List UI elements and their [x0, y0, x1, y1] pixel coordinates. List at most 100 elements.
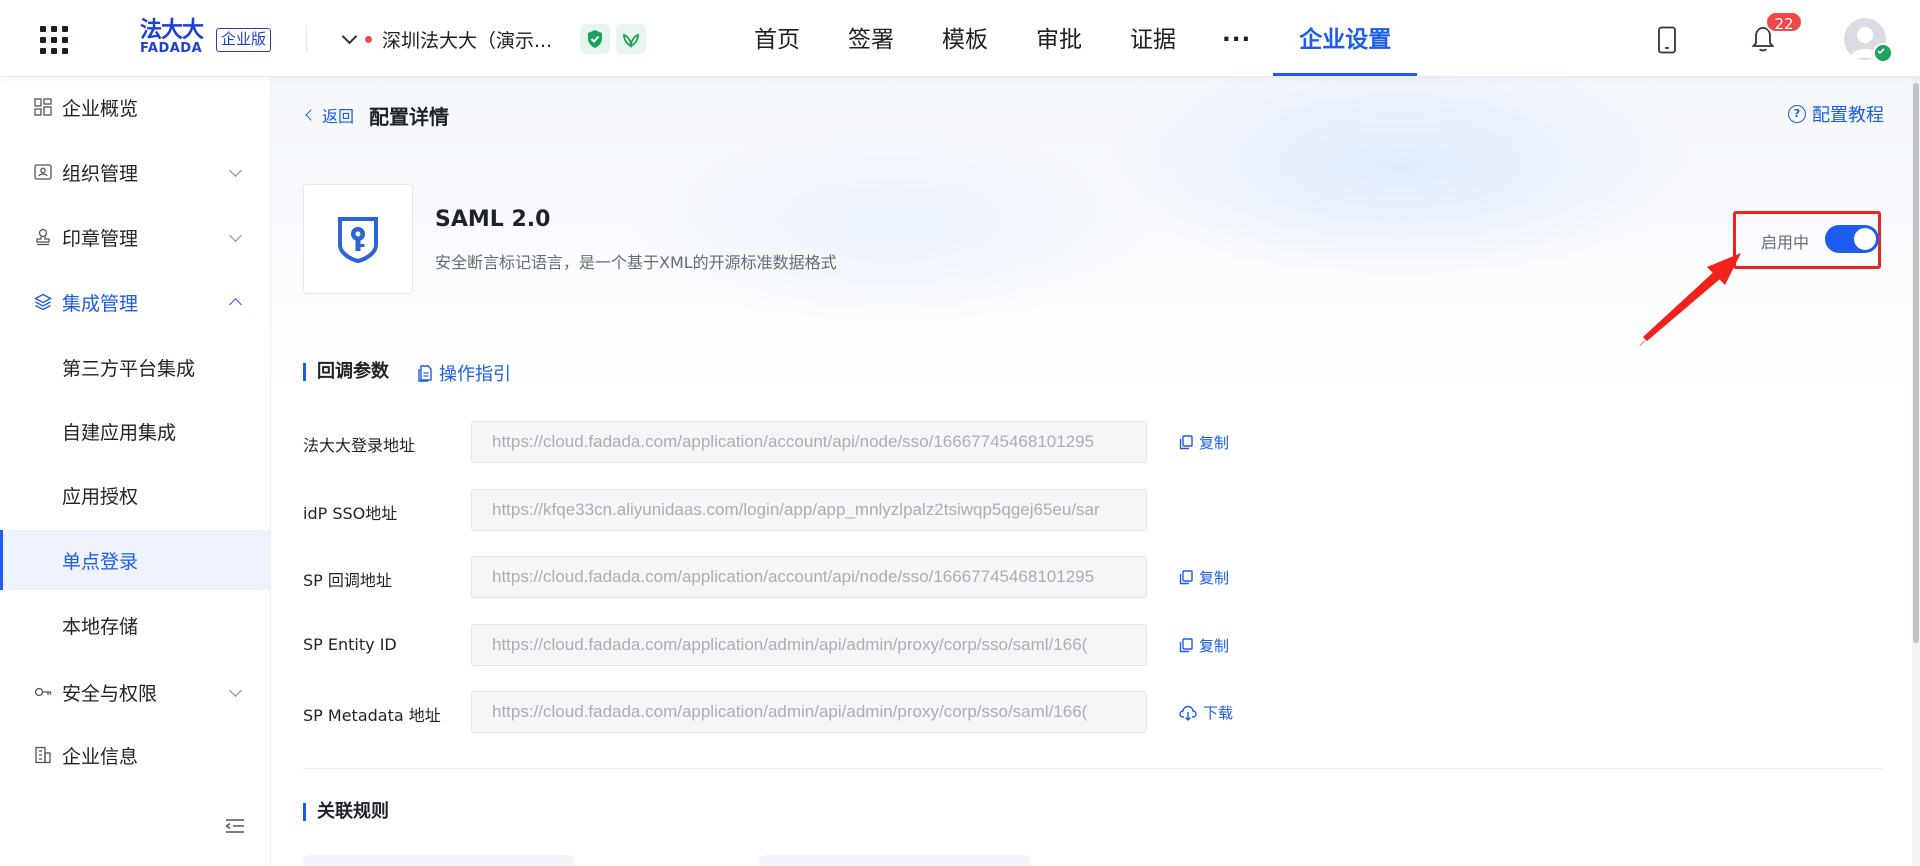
copy-button[interactable]: 复制 — [1179, 635, 1229, 656]
logo-cn-text: 法大大 — [140, 18, 204, 43]
sidebar-item-custom-app[interactable]: 自建应用集成 — [0, 401, 270, 461]
layers-icon — [34, 293, 52, 311]
sidebar-item-overview[interactable]: 企业概览 — [0, 77, 270, 137]
key-icon — [34, 687, 52, 697]
back-label: 返回 — [322, 107, 355, 126]
chevron-down-icon — [341, 28, 358, 45]
copy-icon — [1179, 638, 1193, 653]
field-idp-sso: idP SSO地址 https://kfqe33cn.aliyunidaas.c… — [303, 489, 1303, 533]
login-url-field[interactable]: https://cloud.fadada.com/application/acc… — [471, 421, 1147, 463]
nav-sign[interactable]: 签署 — [824, 0, 918, 76]
field-sp-callback: SP 回调地址 https://cloud.fadada.com/applica… — [303, 556, 1303, 600]
copy-button[interactable]: 复制 — [1179, 567, 1229, 588]
field-login-url: 法大大登录地址 https://cloud.fadada.com/applica… — [303, 421, 1303, 465]
sidebar-item-security[interactable]: 安全与权限 — [0, 662, 270, 722]
key-shield-icon — [338, 217, 378, 263]
sidebar: 企业概览 组织管理 印章管理 集成管理 第三方平台集成 自建应用集成 应用授权 … — [0, 77, 271, 866]
sidebar-item-sso[interactable]: 单点登录 — [0, 530, 270, 590]
scrollbar[interactable] — [1912, 77, 1920, 866]
nav-home[interactable]: 首页 — [730, 0, 824, 76]
app-name: SAML 2.0 — [435, 207, 551, 232]
rule-card[interactable] — [303, 855, 575, 866]
sidebar-item-seals[interactable]: 印章管理 — [0, 207, 270, 267]
dashboard-icon — [34, 98, 52, 116]
sidebar-item-label: 企业概览 — [62, 97, 139, 120]
eco-leaf-icon[interactable] — [616, 24, 646, 54]
rule-card[interactable] — [759, 855, 1031, 866]
field-sp-entity-id: SP Entity ID https://cloud.fadada.com/ap… — [303, 624, 1303, 668]
seal-icon — [36, 228, 50, 246]
verified-shield-icon[interactable] — [580, 24, 610, 54]
sidebar-item-company-info[interactable]: 企业信息 — [0, 725, 270, 785]
company-name: 深圳法大大（演示... — [382, 29, 553, 52]
enable-toggle[interactable] — [1825, 225, 1879, 253]
building-icon — [35, 746, 51, 764]
sp-entity-id-field[interactable]: https://cloud.fadada.com/application/adm… — [471, 624, 1147, 666]
nav-evidence[interactable]: 证据 — [1106, 0, 1200, 76]
verified-check-icon — [1873, 43, 1893, 63]
sidebar-item-label: 本地存储 — [62, 615, 139, 638]
sidebar-item-label: 组织管理 — [62, 162, 139, 185]
sidebar-item-label: 应用授权 — [62, 485, 139, 508]
help-icon: ? — [1788, 105, 1806, 123]
tutorial-label: 配置教程 — [1812, 105, 1884, 126]
copy-button[interactable]: 复制 — [1179, 432, 1229, 453]
sidebar-item-label: 安全与权限 — [62, 682, 158, 705]
sidebar-item-label: 企业信息 — [62, 745, 139, 768]
company-switcher[interactable]: 深圳法大大（演示... — [341, 24, 553, 54]
app-grid-icon[interactable] — [40, 26, 68, 54]
document-icon — [418, 365, 432, 382]
organization-icon — [34, 164, 52, 180]
chevron-left-icon — [305, 109, 317, 121]
sp-callback-field[interactable]: https://cloud.fadada.com/application/acc… — [471, 556, 1147, 598]
edition-badge: 企业版 — [216, 28, 272, 52]
logo-en-text: FADADA — [140, 41, 203, 56]
status-label: 启用中 — [1761, 233, 1810, 252]
nav-approval[interactable]: 审批 — [1012, 0, 1106, 76]
sidebar-item-label: 单点登录 — [62, 550, 139, 573]
app-description: 安全断言标记语言，是一个基于XML的开源标准数据格式 — [435, 253, 837, 272]
idp-sso-field[interactable]: https://kfqe33cn.aliyunidaas.com/login/a… — [471, 489, 1147, 531]
collapse-sidebar-icon[interactable] — [224, 817, 246, 835]
nav-more-button[interactable]: ··· — [1200, 0, 1273, 76]
nav-enterprise-settings[interactable]: 企业设置 — [1273, 0, 1418, 76]
top-bar: 法大大 FADADA 企业版 深圳法大大（演示... 首页 签署 模板 审批 证… — [0, 0, 1920, 77]
guide-label: 操作指引 — [439, 364, 511, 385]
guide-link[interactable]: 操作指引 — [417, 360, 511, 386]
header-background — [271, 77, 1920, 397]
main-content: 返回 配置详情 ? 配置教程 SAML 2.0 安全断言标记语言，是一个基于XM… — [271, 77, 1920, 866]
copy-icon — [1179, 435, 1193, 450]
sidebar-item-label: 印章管理 — [62, 227, 139, 250]
sidebar-item-local-storage[interactable]: 本地存储 — [0, 595, 270, 655]
sp-metadata-field[interactable]: https://cloud.fadada.com/application/adm… — [471, 691, 1147, 733]
field-label: SP 回调地址 — [303, 571, 392, 590]
download-label: 下载 — [1203, 704, 1234, 722]
chevron-down-icon — [229, 228, 242, 242]
back-button[interactable]: 返回 — [305, 103, 355, 127]
tutorial-link[interactable]: ? 配置教程 — [1788, 101, 1884, 127]
page-title: 配置详情 — [369, 105, 449, 129]
chevron-down-icon — [229, 683, 242, 697]
download-button[interactable]: 下载 — [1179, 702, 1233, 723]
nav-templates[interactable]: 模板 — [918, 0, 1012, 76]
sidebar-item-label: 第三方平台集成 — [62, 357, 196, 380]
copy-label: 复制 — [1199, 569, 1230, 587]
status-dot — [365, 35, 372, 43]
sidebar-item-integration[interactable]: 集成管理 — [0, 272, 270, 332]
mobile-icon[interactable] — [1657, 26, 1677, 54]
sidebar-item-label: 自建应用集成 — [62, 421, 177, 444]
notification-badge: 22 — [1765, 11, 1803, 33]
field-label: 法大大登录地址 — [303, 436, 416, 455]
fadada-logo[interactable]: 法大大 FADADA — [140, 20, 210, 58]
main-nav: 首页 签署 模板 审批 证据 ··· 企业设置 — [730, 0, 1418, 76]
callback-section-title: 回调参数 — [303, 361, 389, 383]
field-label: SP Entity ID — [303, 635, 397, 654]
sidebar-item-third-party[interactable]: 第三方平台集成 — [0, 337, 270, 397]
sidebar-item-app-auth[interactable]: 应用授权 — [0, 465, 270, 525]
copy-icon — [1179, 570, 1193, 585]
scrollbar-thumb[interactable] — [1913, 83, 1919, 643]
section-divider — [303, 768, 1883, 769]
sidebar-item-organization[interactable]: 组织管理 — [0, 142, 270, 202]
copy-label: 复制 — [1199, 637, 1230, 655]
cloud-download-icon — [1179, 705, 1197, 721]
